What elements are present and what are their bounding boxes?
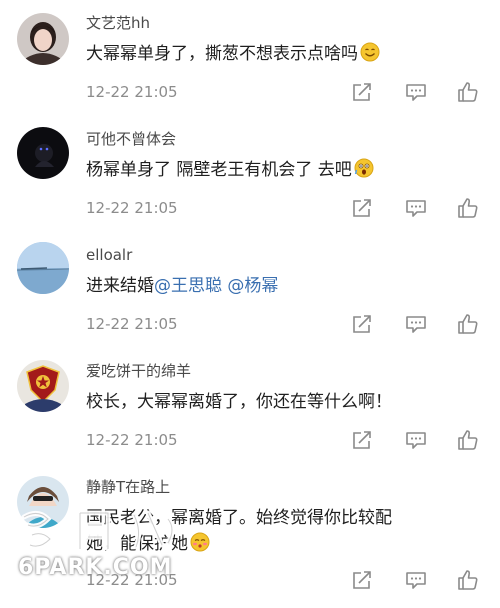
username[interactable]: elloalr	[86, 245, 132, 265]
username[interactable]: 静静T在路上	[86, 477, 170, 497]
comment-text: 进来结婚@王思聪 @杨幂	[86, 273, 456, 299]
comment-item: elloalr 进来结婚@王思聪 @杨幂 12-22 21:05	[0, 232, 500, 348]
username[interactable]: 可他不曾体会	[86, 129, 176, 149]
comment-actions	[350, 80, 490, 104]
username[interactable]: 文艺范hh	[86, 13, 150, 33]
username[interactable]: 爱吃饼干的绵羊	[86, 361, 191, 381]
like-icon[interactable]	[456, 312, 480, 336]
comment-text-line: 她，能保护她	[86, 531, 486, 557]
comment-icon[interactable]	[404, 80, 428, 104]
comment-text-line: 国民老公，幂离婚了。始终觉得你比较配	[86, 508, 392, 528]
mention-link[interactable]: @杨幂	[227, 276, 278, 296]
comment-text: 校长，大幂幂离婚了，你还在等什么啊！	[86, 389, 456, 415]
comment-item: 静静T在路上 国民老公，幂离婚了。始终觉得你比较配 她，能保护她 12-22 2…	[0, 464, 500, 608]
like-icon[interactable]	[456, 196, 480, 220]
comment-item: 爱吃饼干的绵羊 校长，大幂幂离婚了，你还在等什么啊！ 12-22 21:05	[0, 348, 500, 464]
avatar[interactable]	[17, 360, 69, 412]
share-icon[interactable]	[350, 312, 374, 336]
comment-text: 杨幂单身了 隔壁老王有机会了 去吧	[86, 157, 456, 183]
mention-link[interactable]: @王思聪	[154, 276, 222, 296]
avatar[interactable]	[17, 127, 69, 179]
comment-item: 文艺范hh 大幂幂单身了，撕葱不想表示点啥吗 12-22 21:05	[0, 0, 500, 116]
like-icon[interactable]	[456, 568, 480, 592]
comment-text-body: 她，能保护她	[86, 534, 188, 554]
smile-emoji-icon	[360, 42, 380, 62]
shocked-emoji-icon	[354, 158, 374, 178]
like-icon[interactable]	[456, 80, 480, 104]
comment-text-body: 校长，大幂幂离婚了，你还在等什么啊！	[86, 392, 392, 412]
comment-text: 国民老公，幂离婚了。始终觉得你比较配 她，能保护她	[86, 505, 486, 557]
comment-actions	[350, 196, 490, 220]
comment-actions	[350, 312, 490, 336]
comment-icon[interactable]	[404, 196, 428, 220]
comment-icon[interactable]	[404, 428, 428, 452]
timestamp: 12-22 21:05	[86, 431, 178, 449]
comment-text-body: 杨幂单身了 隔壁老王有机会了 去吧	[86, 160, 352, 180]
avatar[interactable]	[17, 13, 69, 65]
timestamp: 12-22 21:05	[86, 315, 178, 333]
comment-actions	[350, 568, 490, 592]
comment-icon[interactable]	[404, 312, 428, 336]
timestamp: 12-22 21:05	[86, 199, 178, 217]
blush-emoji-icon	[190, 532, 210, 552]
share-icon[interactable]	[350, 568, 374, 592]
share-icon[interactable]	[350, 80, 374, 104]
avatar[interactable]	[17, 476, 69, 528]
avatar[interactable]	[17, 242, 69, 294]
comment-icon[interactable]	[404, 568, 428, 592]
comment-item: 可他不曾体会 杨幂单身了 隔壁老王有机会了 去吧 12-22 21:05	[0, 116, 500, 232]
comment-text-body: 进来结婚	[86, 276, 154, 296]
comment-text: 大幂幂单身了，撕葱不想表示点啥吗	[86, 41, 456, 67]
timestamp: 12-22 21:05	[86, 83, 178, 101]
timestamp: 12-22 21:05	[86, 571, 178, 589]
comment-text-body: 大幂幂单身了，撕葱不想表示点啥吗	[86, 44, 358, 64]
comment-actions	[350, 428, 490, 452]
like-icon[interactable]	[456, 428, 480, 452]
share-icon[interactable]	[350, 196, 374, 220]
share-icon[interactable]	[350, 428, 374, 452]
